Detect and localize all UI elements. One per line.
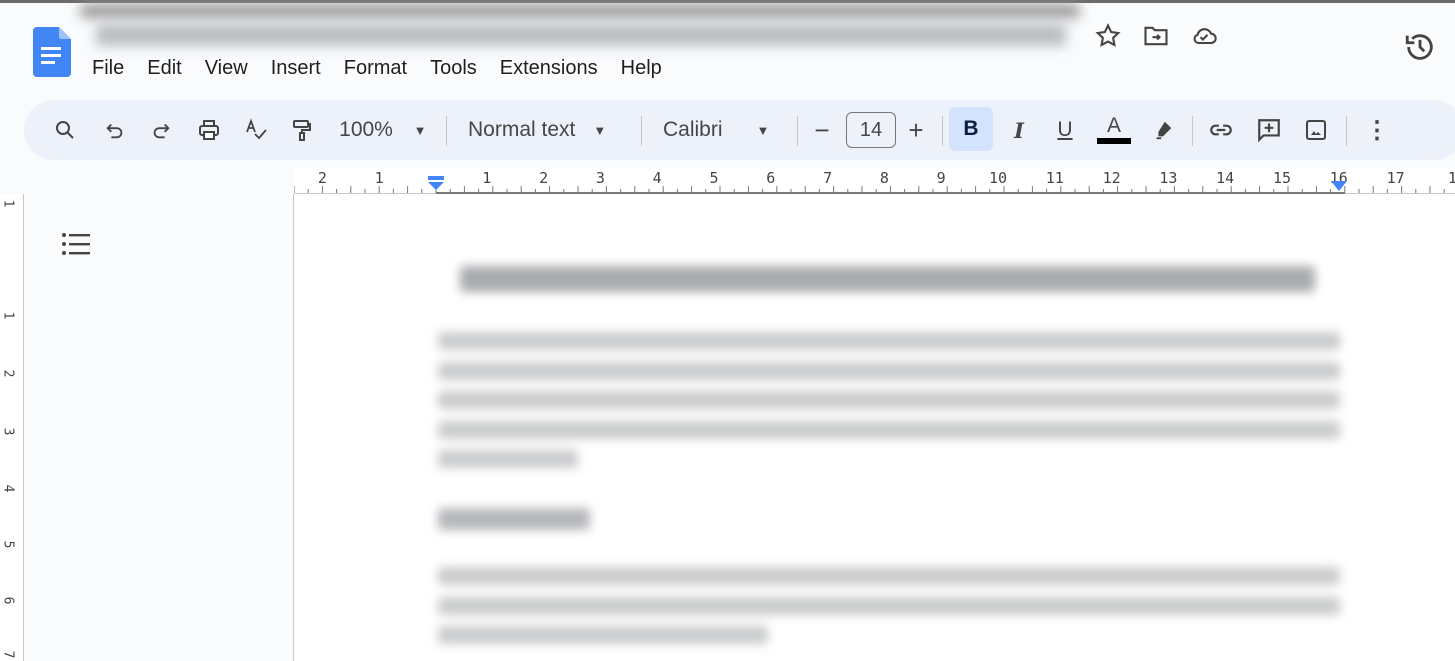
blurred-text-line: [438, 450, 578, 468]
ruler-number: 6: [0, 596, 16, 605]
font-size-value: 14: [859, 118, 883, 141]
ruler-number: 1: [374, 169, 384, 187]
ruler-number: 2: [317, 169, 327, 187]
move-folder-icon[interactable]: [1142, 22, 1170, 50]
menu-edit[interactable]: Edit: [147, 57, 193, 80]
blurred-text-line: [438, 626, 768, 644]
ruler-number: 1: [0, 199, 16, 208]
document-title-blurred[interactable]: [96, 24, 1066, 46]
divider: [1346, 116, 1347, 146]
document-outline-icon[interactable]: [61, 232, 91, 256]
ruler-number: 4: [652, 169, 662, 187]
divider: [1192, 116, 1193, 146]
redo-icon[interactable]: [146, 100, 176, 160]
menu-extensions[interactable]: Extensions: [500, 57, 610, 80]
print-icon[interactable]: [194, 100, 224, 160]
ruler-number: 9: [936, 169, 946, 187]
ruler-number: 5: [0, 540, 16, 549]
document-page[interactable]: [294, 194, 1455, 661]
bold-button[interactable]: B: [949, 107, 993, 151]
blurred-heading: [438, 508, 590, 530]
italic-button[interactable]: I: [1004, 100, 1034, 160]
blurred-text-line: [438, 567, 1340, 585]
cloud-saved-icon[interactable]: [1190, 22, 1218, 50]
highlight-icon[interactable]: [1148, 100, 1178, 160]
ruler-number: 15: [1272, 169, 1292, 187]
search-icon[interactable]: [50, 100, 80, 160]
docs-logo-icon[interactable]: [33, 27, 71, 77]
menu-file[interactable]: File: [92, 57, 136, 80]
zoom-value: 100%: [339, 118, 393, 141]
font-size-input[interactable]: 14: [846, 112, 896, 148]
ruler-number: 13: [1159, 169, 1178, 187]
menu-view[interactable]: View: [205, 57, 260, 80]
blurred-title: [460, 266, 1315, 292]
ruler-number: 10: [988, 169, 1008, 187]
ruler-number: 11: [1045, 169, 1064, 187]
vertical-ruler[interactable]: 1 1 2 3 4 5 6 7: [0, 194, 24, 661]
menu-insert[interactable]: Insert: [271, 57, 333, 80]
chevron-down-icon: ▼: [756, 122, 770, 138]
font-select[interactable]: Calibri ▼: [663, 100, 783, 160]
blurred-text-line: [438, 391, 1340, 409]
link-icon[interactable]: [1206, 100, 1236, 160]
insert-image-icon[interactable]: [1301, 100, 1331, 160]
indent-marker-icon[interactable]: [427, 176, 445, 190]
outline-sidebar: [24, 194, 294, 661]
add-comment-icon[interactable]: [1254, 100, 1284, 160]
text-color-swatch: [1097, 138, 1131, 144]
underline-button[interactable]: U: [1050, 100, 1080, 160]
divider: [797, 116, 798, 146]
ruler-number: 3: [595, 169, 605, 187]
blurred-text-line: [438, 597, 1340, 615]
ruler-number: 5: [709, 169, 719, 187]
zoom-select[interactable]: 100%: [336, 100, 396, 160]
divider: [942, 116, 943, 146]
blurred-text-line: [438, 421, 1340, 439]
horizontal-ruler[interactable]: 2 1 1 2 3 4 5 6 7 8 9 10 11 12 13 14 15 16 17 1: [294, 168, 1455, 194]
more-options-icon[interactable]: ⋮: [1362, 100, 1392, 160]
blurred-text-line: [438, 332, 1340, 350]
ruler-number: 7: [823, 169, 833, 187]
menu-help[interactable]: Help: [621, 57, 674, 80]
spellcheck-icon[interactable]: [241, 100, 271, 160]
menu-tools[interactable]: Tools: [430, 57, 489, 80]
star-icon[interactable]: [1094, 22, 1122, 50]
paint-format-icon[interactable]: [287, 100, 317, 160]
ruler-number: 12: [1102, 169, 1121, 187]
right-indent-marker-icon[interactable]: [1331, 181, 1347, 191]
ruler-number: 1: [1447, 169, 1455, 187]
ruler-number: 2: [539, 169, 549, 187]
menu-bar: File Edit View Insert Format Tools Exten…: [92, 57, 685, 80]
divider: [641, 116, 642, 146]
ruler-number: 4: [0, 484, 16, 493]
decrease-font-size-button[interactable]: −: [810, 100, 834, 160]
blurred-region: [80, 4, 1080, 18]
undo-icon[interactable]: [100, 100, 130, 160]
ruler-number: 1: [0, 311, 16, 320]
chevron-down-icon: ▼: [593, 122, 607, 138]
paragraph-style-value: Normal text: [468, 118, 576, 141]
divider: [446, 116, 447, 146]
increase-font-size-button[interactable]: +: [904, 100, 928, 160]
version-history-icon[interactable]: [1403, 30, 1437, 64]
ruler-number: 1: [482, 169, 492, 187]
ruler-number: 2: [0, 369, 16, 378]
ruler-number: 8: [879, 169, 889, 187]
window-top-edge: [0, 0, 1455, 3]
ruler-number: 14: [1216, 169, 1235, 187]
text-color-button[interactable]: A: [1096, 100, 1132, 160]
ruler-number: 17: [1386, 169, 1405, 187]
menu-format[interactable]: Format: [344, 57, 419, 80]
font-value: Calibri: [663, 118, 723, 141]
ruler-number: 3: [0, 427, 16, 436]
paragraph-style-select[interactable]: Normal text ▼: [468, 100, 628, 160]
zoom-dropdown-icon[interactable]: ▼: [408, 100, 432, 160]
blurred-text-line: [438, 362, 1340, 380]
toolbar: 100% ▼ Normal text ▼ Calibri ▼ − 14 + B I …: [24, 100, 1455, 160]
ruler-number: 7: [0, 650, 16, 659]
ruler-number: 6: [766, 169, 776, 187]
